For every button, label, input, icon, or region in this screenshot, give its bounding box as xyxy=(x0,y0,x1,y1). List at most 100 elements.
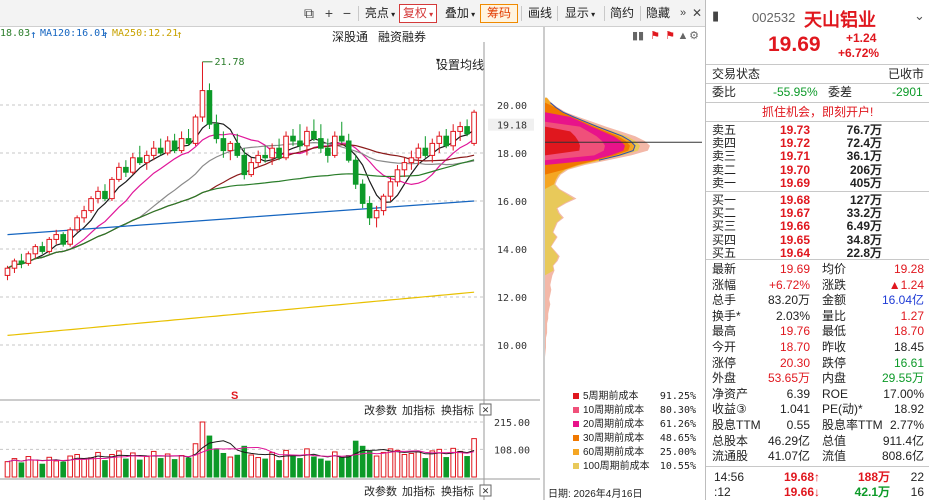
stat-label: 总手 xyxy=(712,293,737,308)
display-button[interactable]: 显示 ▾ xyxy=(562,4,598,23)
add-indicator-link-2[interactable]: 加指标 xyxy=(402,484,435,498)
stat-label: 流值 xyxy=(822,449,847,464)
params-link-2[interactable]: 改参数 xyxy=(364,484,397,498)
candle-body xyxy=(81,210,87,219)
candle-body xyxy=(457,126,463,132)
zoom-out-icon[interactable]: − xyxy=(338,4,356,23)
stat-value: 83.20万 xyxy=(767,293,810,308)
candle xyxy=(130,153,136,175)
flag-icon[interactable]: ⚑ xyxy=(650,30,660,42)
bar-icon[interactable]: ▮▮ xyxy=(632,30,644,42)
volume-bar xyxy=(464,456,470,478)
stat-label: 金额 xyxy=(822,293,847,308)
candle-body xyxy=(123,166,129,173)
candle xyxy=(32,244,39,259)
volume-bar xyxy=(276,460,282,478)
flag-icon[interactable]: ⚑ xyxy=(665,30,675,42)
stat-label: 均价 xyxy=(822,262,847,276)
candle-body xyxy=(422,147,429,156)
dropdown-icon: ▾ xyxy=(468,10,476,19)
candle xyxy=(192,114,199,146)
stat-label: 涨幅 xyxy=(712,277,737,292)
price-tick-label: 14.00 xyxy=(497,245,527,256)
cycle-icon[interactable]: ⧉ xyxy=(300,4,318,23)
candle-body xyxy=(102,190,108,200)
stock-name: 天山铝业 xyxy=(804,10,876,30)
stat-label: 最新 xyxy=(712,262,737,276)
triangle-icon[interactable]: ▲ xyxy=(678,30,689,42)
order-level-label: 卖三 xyxy=(712,149,737,164)
chip-distribution-chart[interactable]: ▮▮ ⚑ ⚑ ▲ ⚙5周期前成本 91.25%10周期前成本 80.30%20周期前成本 61… xyxy=(540,27,703,500)
candle-body xyxy=(471,111,477,144)
candle-body xyxy=(67,229,73,245)
candle xyxy=(171,133,178,153)
draw-button[interactable]: 画线 xyxy=(526,4,554,23)
volume-bar xyxy=(227,456,234,478)
candle-body xyxy=(325,147,331,156)
volume-bar xyxy=(366,450,373,478)
candle-body xyxy=(185,138,192,144)
volume-bar xyxy=(143,456,150,478)
menu-icon[interactable]: ▮ xyxy=(712,8,719,24)
stat-label: 内盘 xyxy=(822,371,847,386)
legend-swatch xyxy=(573,407,579,413)
chevron-down-icon[interactable]: ⌄ xyxy=(914,8,925,24)
add-indicator-link[interactable]: 加指标 xyxy=(402,403,435,417)
legend-value: 91.25% xyxy=(660,391,696,402)
stat-label: 流通股 xyxy=(712,449,749,464)
rights-button[interactable]: 复权 ▾ xyxy=(399,4,437,23)
buy-level-row: 买一 19.68 127万 xyxy=(706,194,929,207)
volume-bar xyxy=(136,459,143,478)
stat-row: 换手* 2.03% 量比 1.27 xyxy=(706,309,929,323)
volume-bar xyxy=(325,460,331,478)
volume-bar xyxy=(318,458,324,478)
params-link[interactable]: 改参数 xyxy=(364,403,397,417)
buy-level-row: 买四 19.65 34.8万 xyxy=(706,233,929,247)
volume-bar xyxy=(130,452,136,478)
tick-count: 16 xyxy=(910,485,924,499)
candle xyxy=(311,119,317,141)
hide-button[interactable]: 隐藏 xyxy=(644,4,672,23)
candle-body xyxy=(436,135,443,144)
overlay-button[interactable]: 叠加 ▾ xyxy=(442,4,478,23)
candle xyxy=(429,138,436,163)
chips-button[interactable]: 筹码 xyxy=(480,4,518,23)
candle-body xyxy=(53,234,60,240)
candle-body xyxy=(60,234,66,245)
order-volume: 33.2万 xyxy=(846,206,882,221)
change-indicator-link-2[interactable]: 换指标 xyxy=(441,484,474,498)
ma120-value: MA120:16.01 xyxy=(40,28,107,39)
close-icon: ✕ xyxy=(482,486,490,496)
brief-button[interactable]: 简约 xyxy=(608,4,636,23)
volume-bar xyxy=(401,453,408,478)
candle-body xyxy=(248,162,255,176)
candle xyxy=(450,124,456,151)
current-price-label: 19.18 xyxy=(497,121,527,132)
close-icon[interactable]: ✕ xyxy=(688,4,706,23)
sell-level-row: 卖一 19.69 405万 xyxy=(706,176,929,190)
zoom-in-icon[interactable]: + xyxy=(320,4,338,23)
stat-value: 46.29亿 xyxy=(767,433,810,448)
gear-icon[interactable]: ⚙ xyxy=(689,30,699,42)
volume-bar xyxy=(123,458,129,478)
price-tick-label: 18.00 xyxy=(497,149,527,160)
order-price: 19.66 xyxy=(779,219,810,234)
price-tick-label: 20.00 xyxy=(497,101,527,112)
candle-body xyxy=(95,190,101,200)
kline-chart[interactable]: 20.00 18.00 16.00 14.00 12.00 10.00 19.18 21.78… xyxy=(0,42,540,500)
candle-body xyxy=(227,142,234,152)
tick-price: 19.66↓ xyxy=(784,485,821,499)
candle-body xyxy=(366,202,373,219)
volume-bar xyxy=(11,458,18,478)
ad-banner[interactable]: 抓住机会，即刻开户! xyxy=(706,106,929,119)
current-price: 19.69 xyxy=(768,33,821,56)
ma-value: 18.03 xyxy=(0,28,31,39)
legend-label: 100周期前成本 xyxy=(583,459,650,472)
legend-value: 61.26% xyxy=(660,419,696,430)
change-indicator-link[interactable]: 换指标 xyxy=(441,403,474,417)
legend-label: 20周期前成本 xyxy=(583,417,644,430)
stock-code: 002532 xyxy=(752,10,796,25)
volume-bar xyxy=(241,445,248,478)
highlight-button[interactable]: 亮点 ▾ xyxy=(362,4,398,23)
candle-body xyxy=(241,154,248,176)
